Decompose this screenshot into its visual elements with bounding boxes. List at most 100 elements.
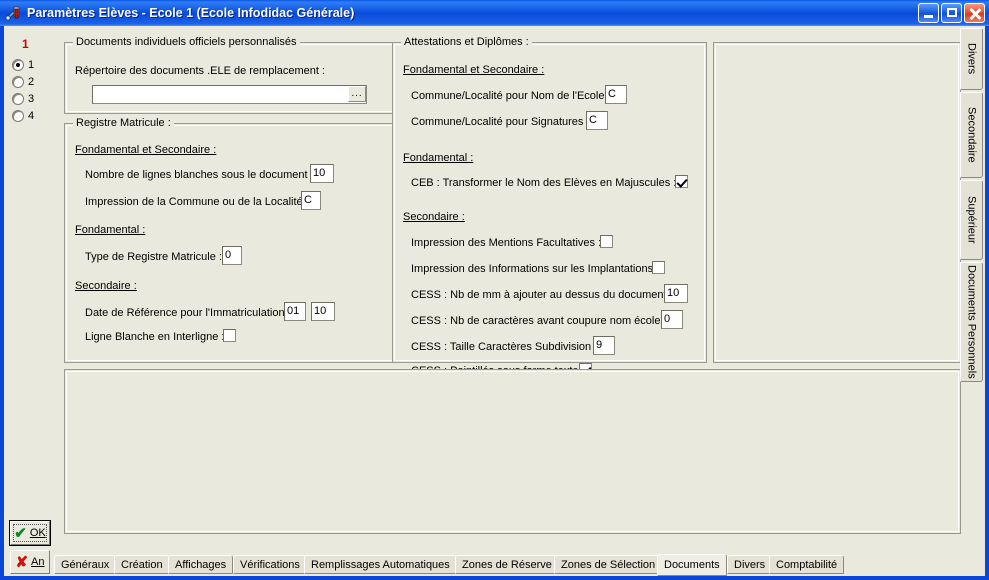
tab-affichages-label: Affichages <box>175 558 227 571</box>
bottom-tab-strip: Généraux Création Affichages Vérificatio… <box>54 552 985 576</box>
tab-documents[interactable]: Documents <box>657 554 727 576</box>
group-documents-personnalises: Documents individuels officiels personna… <box>64 36 396 114</box>
tab-zones-de-selection[interactable]: Zones de Sélection <box>554 555 663 574</box>
repertoire-input[interactable] <box>92 85 367 104</box>
browse-button[interactable]: ... <box>348 86 366 102</box>
client-area: 1 1 2 3 4 ✔ OK ✘ An Documents individuel… <box>4 26 985 576</box>
ligne-blanche-interligne-checkbox[interactable] <box>223 329 236 342</box>
tab-divers[interactable]: Divers <box>727 555 773 574</box>
vertical-tab-strip: Divers Secondaire Supérieur Documents Pe… <box>959 28 985 382</box>
ok-button[interactable]: ✔ OK <box>9 520 51 546</box>
ceb-majuscules-label: CEB : Transformer le Nom des Elèves en M… <box>411 177 677 189</box>
tab-remplissages-automatiques-label: Remplissages Automatiques <box>311 558 450 571</box>
radio-row-1[interactable]: 1 <box>12 59 34 71</box>
window-controls <box>918 3 985 23</box>
tab-zones-de-reserve-label: Zones de Réserve <box>462 558 552 571</box>
vertical-tab-divers-label: Divers <box>965 43 978 75</box>
radio-school-2[interactable] <box>12 76 24 88</box>
focus-outline <box>13 524 47 542</box>
lignes-blanches-label: Nombre de lignes blanches sous le docume… <box>85 169 314 181</box>
tab-creation-label: Création <box>121 558 163 571</box>
vertical-tab-divers[interactable]: Divers <box>960 28 983 90</box>
radio-school-3[interactable] <box>12 93 24 105</box>
group-registre-title: Registre Matricule : <box>73 117 174 129</box>
attestations-head-fondamental-secondaire: Fondamental et Secondaire : <box>403 64 545 76</box>
cess-caracteres-coupure-input[interactable]: 0 <box>661 310 683 329</box>
tab-comptabilite[interactable]: Comptabilité <box>769 555 845 574</box>
registre-head-fondamental: Fondamental : <box>75 224 146 236</box>
commune-signatures-label: Commune/Localité pour Signatures : <box>411 116 590 128</box>
tab-affichages[interactable]: Affichages <box>168 555 234 574</box>
radio-school-1[interactable] <box>12 59 24 71</box>
ceb-majuscules-checkbox[interactable] <box>675 175 688 188</box>
repertoire-label: Répertoire des documents .ELE de remplac… <box>75 65 326 77</box>
type-registre-input[interactable]: 0 <box>222 246 242 265</box>
radio-school-4-label: 4 <box>28 110 35 122</box>
tab-documents-label: Documents <box>664 559 720 571</box>
date-reference-label: Date de Référence pour l'Immatriculation… <box>85 307 291 319</box>
tab-generaux-label: Généraux <box>61 558 110 571</box>
title-bar[interactable]: Paramètres Elèves - Ecole 1 (Ecole Infod… <box>0 0 989 26</box>
ligne-blanche-interligne-label: Ligne Blanche en Interligne : <box>85 331 225 343</box>
radio-row-3[interactable]: 3 <box>12 93 34 105</box>
vertical-tab-superieur-label: Supérieur <box>965 196 978 244</box>
vertical-tab-secondaire-label: Secondaire <box>965 107 978 163</box>
vertical-tab-documents-personnels-label: Documents Personnels <box>965 265 978 379</box>
registre-head-secondaire: Secondaire : <box>75 280 137 292</box>
vertical-tab-secondaire[interactable]: Secondaire <box>960 92 983 178</box>
commune-nom-ecole-input[interactable]: C <box>605 85 627 104</box>
mentions-facultatives-label: Impression des Mentions Facultatives : <box>411 237 602 249</box>
commune-signatures-input[interactable]: C <box>586 111 608 130</box>
tab-zones-de-selection-label: Zones de Sélection <box>561 558 656 571</box>
tab-remplissages-automatiques[interactable]: Remplissages Automatiques <box>304 555 457 574</box>
commune-localite-input[interactable]: C <box>301 191 321 210</box>
radio-row-2[interactable]: 2 <box>12 76 34 88</box>
maximize-icon[interactable] <box>941 3 962 23</box>
red-x-icon: ✘ <box>15 553 29 571</box>
wrench-tool-icon <box>4 4 22 22</box>
attestations-head-fondamental: Fondamental : <box>403 152 474 164</box>
radio-school-2-label: 2 <box>28 76 35 88</box>
attestations-head-secondaire: Secondaire : <box>403 211 465 223</box>
vertical-tab-documents-personnels[interactable]: Documents Personnels <box>960 262 983 382</box>
group-attestations-diplomes: Attestations et Diplômes : Fondamental e… <box>392 36 707 377</box>
informations-implantations-checkbox[interactable] <box>652 261 665 274</box>
application-window: Paramètres Elèves - Ecole 1 (Ecole Infod… <box>0 0 989 580</box>
cess-mm-input[interactable]: 10 <box>664 284 688 303</box>
cancel-button-label: An <box>31 556 45 568</box>
school-selector-panel: 1 1 2 3 4 ✔ OK ✘ An <box>4 26 54 576</box>
cancel-button[interactable]: ✘ An <box>10 550 50 574</box>
tab-generaux[interactable]: Généraux <box>54 555 117 574</box>
tab-creation[interactable]: Création <box>114 555 170 574</box>
radio-row-4[interactable]: 4 <box>12 110 34 122</box>
cess-mm-label: CESS : Nb de mm à ajouter au dessus du d… <box>411 289 673 301</box>
lignes-blanches-input[interactable]: 10 <box>310 164 334 183</box>
tab-verifications[interactable]: Vérifications <box>233 555 307 574</box>
group-registre-matricule: Registre Matricule : Fondamental et Seco… <box>64 117 396 363</box>
cess-caracteres-coupure-label: CESS : Nb de caractères avant coupure no… <box>411 315 667 327</box>
commune-nom-ecole-label: Commune/Localité pour Nom de l'Ecole : <box>411 90 611 102</box>
commune-localite-label: Impression de la Commune ou de la Locali… <box>85 196 309 208</box>
vertical-tab-superieur[interactable]: Supérieur <box>960 180 983 260</box>
radio-school-3-label: 3 <box>28 93 35 105</box>
close-icon[interactable] <box>964 3 985 23</box>
cess-taille-subdivision-input[interactable]: 9 <box>593 336 615 355</box>
cess-taille-subdivision-label: CESS : Taille Caractères Subdivision : <box>411 341 598 353</box>
date-reference-month-input[interactable]: 10 <box>311 302 335 321</box>
radio-school-1-label: 1 <box>28 59 35 71</box>
group-empty-right <box>713 42 961 363</box>
informations-implantations-label: Impression des Informations sur les Impl… <box>411 263 660 275</box>
date-reference-day-input[interactable]: 01 <box>284 302 306 321</box>
registre-head-fondamental-secondaire: Fondamental et Secondaire : <box>75 144 217 156</box>
group-documents-title: Documents individuels officiels personna… <box>73 36 300 48</box>
window-bottom-border <box>0 576 989 580</box>
tab-verifications-label: Vérifications <box>240 558 300 571</box>
group-empty-bottom <box>64 369 961 534</box>
tab-zones-de-reserve[interactable]: Zones de Réserve <box>455 555 559 574</box>
type-registre-label: Type de Registre Matricule : <box>85 251 222 263</box>
group-attestations-title: Attestations et Diplômes : <box>401 36 532 48</box>
radio-school-4[interactable] <box>12 110 24 122</box>
window-title: Paramètres Elèves - Ecole 1 (Ecole Infod… <box>27 6 355 20</box>
mentions-facultatives-checkbox[interactable] <box>600 235 613 248</box>
minimize-icon[interactable] <box>918 3 939 23</box>
